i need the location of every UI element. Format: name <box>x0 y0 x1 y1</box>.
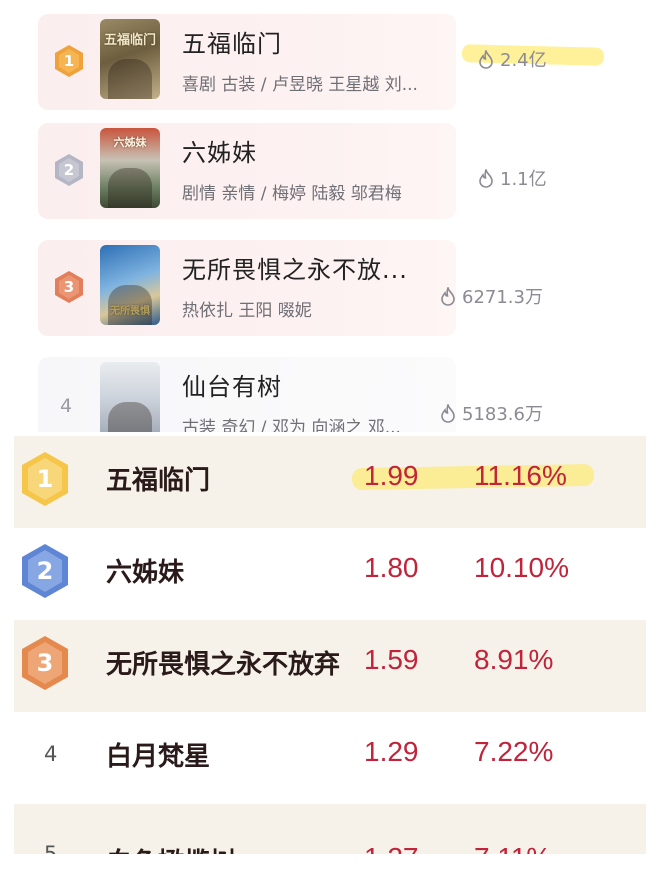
show-subtitle: 古装 奇幻 / 邓为 向涵之 邓... <box>182 418 401 432</box>
rating-value: 1.59 <box>364 644 419 675</box>
table-row[interactable]: 1 五福临门 1.99 11.16% <box>14 436 646 528</box>
rating-value: 1.99 <box>364 460 419 491</box>
hot-list-panel: 1 五福临门 五福临门 喜剧 古装 / 卢昱晓 王星越 刘... 2.4亿 2 … <box>0 0 660 432</box>
rank-number: 4 <box>44 742 58 766</box>
rank-number: 3 <box>63 278 75 296</box>
market-share: 11.16% <box>474 460 567 491</box>
rank-badge-gold: 1 <box>54 44 84 78</box>
show-name: 无所畏惧之永不放弃 <box>106 650 341 680</box>
show-title[interactable]: 五福临门 <box>182 24 282 59</box>
flame-icon <box>441 286 455 306</box>
flame-icon <box>441 403 455 423</box>
rank-number: 2 <box>63 161 75 179</box>
table-row[interactable]: 2 六姊妹 1.80 10.10% <box>14 528 646 620</box>
hot-list-item[interactable]: 1 五福临门 五福临门 喜剧 古装 / 卢昱晓 王星越 刘... <box>38 14 456 110</box>
hot-list-item[interactable]: 3 无所畏惧 无所畏惧之永不放... 热依扎 王阳 啜妮 <box>38 240 456 336</box>
heat-text: 5183.6万 <box>462 404 543 425</box>
rank-number: 5 <box>44 842 58 854</box>
market-share: 8.91% <box>474 644 554 675</box>
show-name: 六姊妹 <box>106 558 185 588</box>
market-share: 7.22% <box>474 736 554 767</box>
rank-badge-gold: 1 <box>20 450 70 508</box>
rank-badge-orange: 3 <box>20 634 70 692</box>
hot-list-item[interactable]: 4 仙台有树 古装 奇幻 / 邓为 向涵之 邓... <box>38 357 456 432</box>
market-share: 7.11% <box>474 842 551 854</box>
show-subtitle: 喜剧 古装 / 卢昱晓 王星越 刘... <box>182 75 418 95</box>
flame-icon <box>479 49 493 69</box>
show-name: 五福临门 <box>106 466 211 496</box>
rank-badge-silver: 2 <box>54 153 84 187</box>
rating-value: 1.80 <box>364 552 419 583</box>
heat-value: 5183.6万 <box>440 400 543 426</box>
show-title[interactable]: 仙台有树 <box>182 367 282 402</box>
poster-title: 六姊妹 <box>113 136 147 149</box>
show-name: 白色橄榄树 <box>106 842 236 854</box>
rating-value: 1.27 <box>364 842 419 854</box>
show-title[interactable]: 无所畏惧之永不放... <box>182 250 408 285</box>
poster-image[interactable]: 六姊妹 <box>100 128 160 208</box>
heat-value: 2.4亿 <box>478 46 547 72</box>
heat-text: 1.1亿 <box>500 169 547 190</box>
heat-value: 1.1亿 <box>478 165 547 191</box>
show-title[interactable]: 六姊妹 <box>182 133 257 168</box>
heat-value: 6271.3万 <box>440 283 543 309</box>
show-name: 白月梵星 <box>106 742 211 772</box>
hot-list-item[interactable]: 2 六姊妹 六姊妹 剧情 亲情 / 梅婷 陆毅 邬君梅 <box>38 123 456 219</box>
flame-icon <box>479 168 493 188</box>
rating-value: 1.29 <box>364 736 419 767</box>
poster-image[interactable]: 五福临门 <box>100 19 160 99</box>
poster-title: 五福临门 <box>103 33 156 48</box>
rank-badge-blue: 2 <box>20 542 70 600</box>
heat-text: 6271.3万 <box>462 287 543 308</box>
show-subtitle: 热依扎 王阳 啜妮 <box>182 301 312 321</box>
rating-table: 1 五福临门 1.99 11.16% 2 六姊妹 1.80 10.10% 3 无… <box>14 436 646 854</box>
table-row[interactable]: 5 白色橄榄树 1.27 7.11% <box>14 804 646 854</box>
rank-number: 3 <box>36 649 54 677</box>
rank-badge-bronze: 3 <box>54 270 84 304</box>
heat-text: 2.4亿 <box>500 50 547 71</box>
rank-number: 2 <box>36 557 54 585</box>
market-share: 10.10% <box>474 552 569 583</box>
table-row[interactable]: 3 无所畏惧之永不放弃 1.59 8.91% <box>14 620 646 712</box>
poster-image[interactable]: 无所畏惧 <box>100 245 160 325</box>
table-row[interactable]: 4 白月梵星 1.29 7.22% <box>14 712 646 804</box>
rank-number: 1 <box>63 52 75 70</box>
rank-number: 4 <box>60 395 73 417</box>
poster-image[interactable] <box>100 362 160 432</box>
rank-number: 1 <box>36 465 54 493</box>
show-subtitle: 剧情 亲情 / 梅婷 陆毅 邬君梅 <box>182 184 402 204</box>
